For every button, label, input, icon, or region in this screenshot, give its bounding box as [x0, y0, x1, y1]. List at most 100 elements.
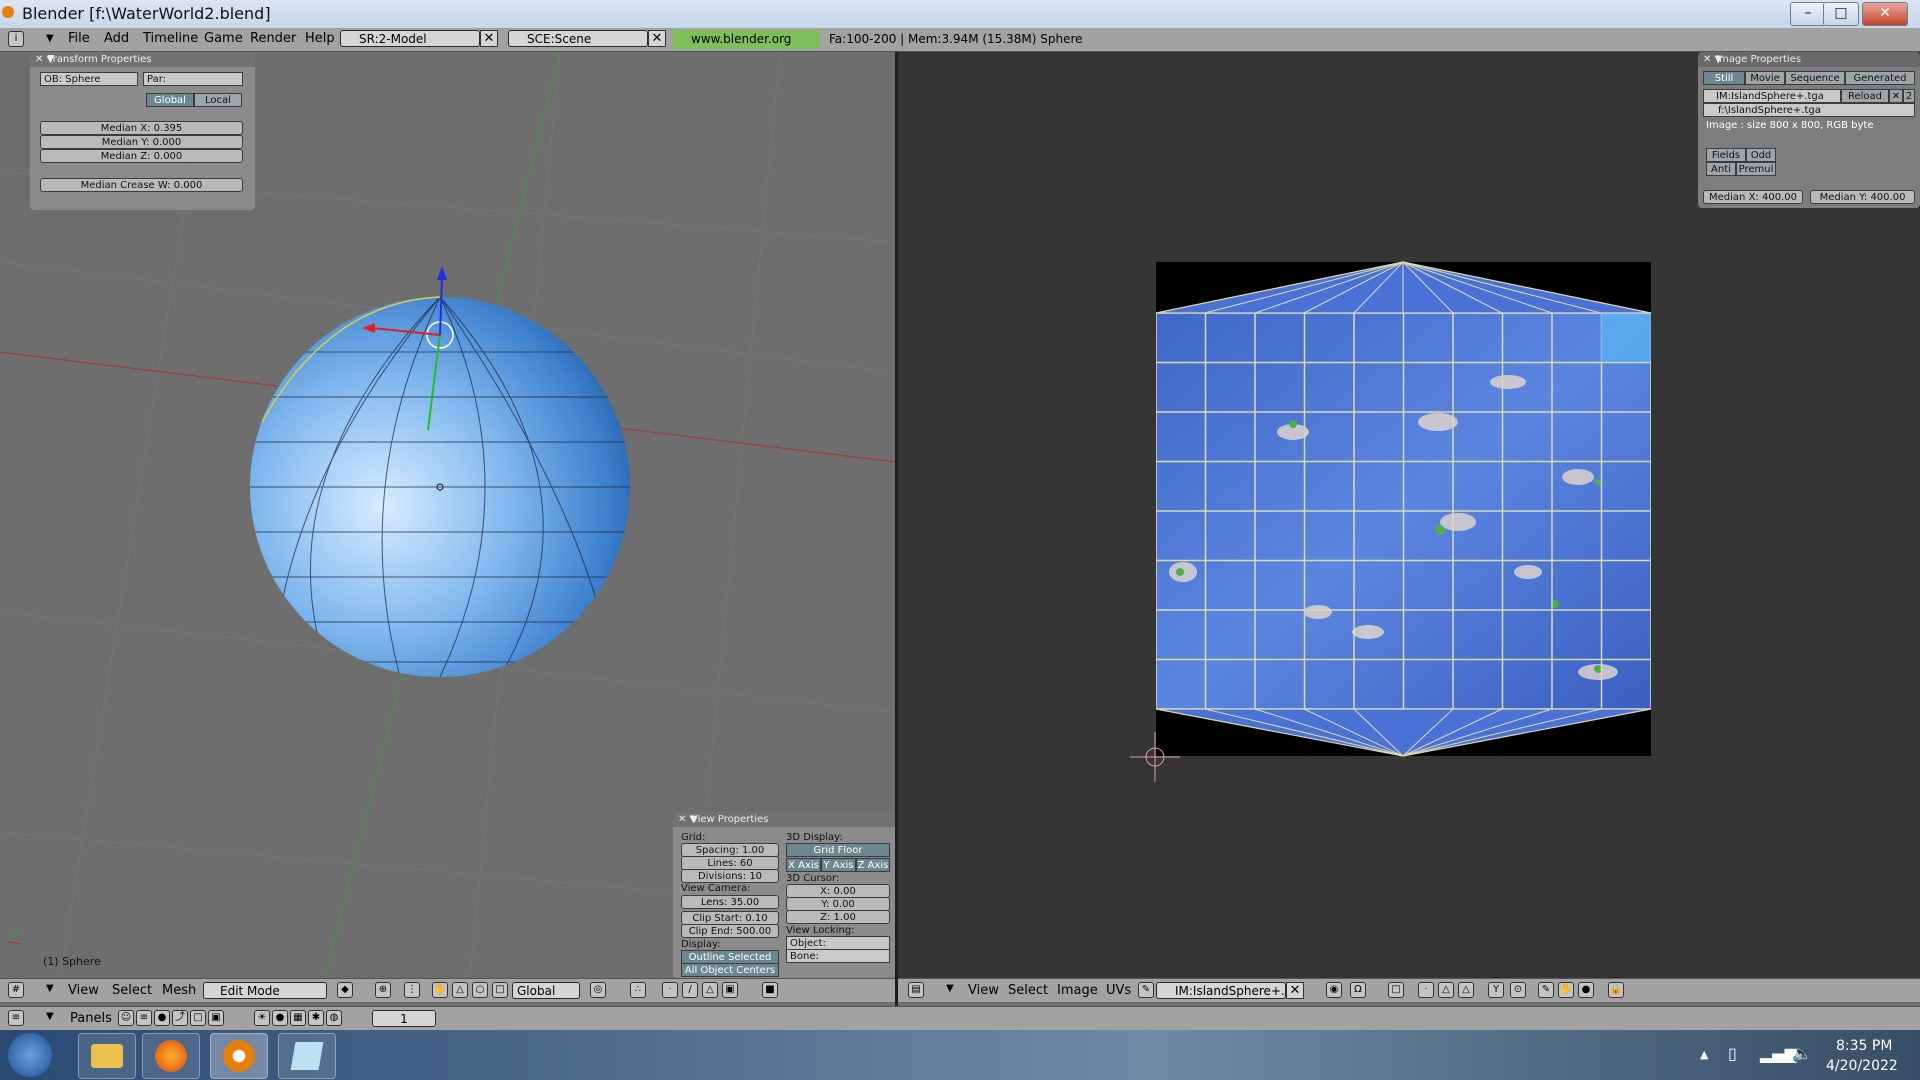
view-icon[interactable]: □	[1388, 982, 1404, 998]
menu-file[interactable]: File	[68, 31, 90, 46]
screen-selector[interactable]: SR:2-Model	[340, 30, 480, 47]
pivot-icon[interactable]: ⊕	[375, 982, 391, 998]
collapse-arrow-icon[interactable]: ▼	[946, 983, 954, 994]
image-props-header[interactable]: ✕ ▼ Image Properties	[1698, 52, 1920, 67]
layer-icon[interactable]: ⋮	[404, 982, 420, 998]
menu-mesh[interactable]: Mesh	[162, 983, 196, 998]
median-x-field[interactable]: Median X: 0.395	[40, 121, 243, 135]
logic-context-icon[interactable]: ☺	[118, 1010, 134, 1026]
menu-add[interactable]: Add	[104, 31, 129, 46]
lock-bone-field[interactable]: Bone:	[786, 949, 890, 963]
uv-image-editor[interactable]: ✕ ▼ Image Properties Still Movie Sequenc…	[898, 52, 1920, 978]
menu-help[interactable]: Help	[305, 31, 335, 46]
all-object-centers-toggle[interactable]: All Object Centers	[681, 963, 779, 977]
scene-context-icon[interactable]: ▣	[208, 1010, 224, 1026]
snap-icon[interactable]: Y	[1488, 982, 1504, 998]
scene-selector[interactable]: SCE:Scene	[508, 30, 648, 47]
unlink-image-button[interactable]: ✕	[1286, 982, 1304, 999]
image-editor-type-icon[interactable]: ▤	[908, 982, 924, 998]
lock-object-field[interactable]: Object:	[786, 936, 890, 950]
premul-toggle[interactable]: Premul	[1736, 162, 1776, 176]
texture-icon[interactable]: ▦	[290, 1010, 306, 1026]
proportional-edit-icon[interactable]: ◎	[590, 982, 606, 998]
brush-icon[interactable]: ✎	[1538, 982, 1554, 998]
median-crease-field[interactable]: Median Crease W: 0.000	[40, 178, 243, 192]
lens-field[interactable]: Lens: 35.00	[681, 895, 779, 909]
maximize-button[interactable]: □	[1823, 2, 1859, 26]
median-z-field[interactable]: Median Z: 0.000	[40, 149, 243, 163]
unlink-image-icon[interactable]: ✕	[1889, 89, 1903, 103]
edge-mode-icon[interactable]: △	[1438, 982, 1454, 998]
lamp-icon[interactable]: ☀	[254, 1010, 270, 1026]
scale-icon[interactable]: □	[492, 982, 508, 998]
image-browse-selector[interactable]: IM:IslandSphere+.tga	[1156, 982, 1304, 999]
script-context-icon[interactable]: ≡	[136, 1010, 152, 1026]
occlude-icon[interactable]: ▣	[722, 982, 738, 998]
grab-icon[interactable]: ✋	[1558, 982, 1574, 998]
face-mode-icon[interactable]: △	[1458, 982, 1474, 998]
close-panel-icon[interactable]: ✕ ▼	[35, 52, 54, 67]
vertex-mode-icon[interactable]: ·	[1418, 982, 1434, 998]
paint-icon[interactable]: ✎	[1138, 982, 1154, 998]
hand-transform-icon[interactable]: ✋	[432, 982, 448, 998]
translate-icon[interactable]: △	[452, 982, 468, 998]
menu-image[interactable]: Image	[1057, 983, 1098, 998]
select-mode-icon[interactable]: ∴	[630, 982, 646, 998]
record-icon[interactable]: ●	[1578, 982, 1594, 998]
local-toggle[interactable]: Local	[194, 93, 242, 107]
grid-lines-field[interactable]: Lines: 60	[681, 856, 779, 870]
orientation-selector[interactable]: Global	[512, 982, 580, 999]
draw-type-icon[interactable]: ◆	[337, 982, 353, 998]
menu-view[interactable]: View	[68, 983, 99, 998]
clip-start-field[interactable]: Clip Start: 0.10	[681, 911, 779, 925]
parent-field[interactable]: Par:	[143, 72, 243, 86]
file-explorer-icon[interactable]	[78, 1033, 136, 1079]
cursor-z-field[interactable]: Z: 1.00	[786, 910, 890, 924]
shading-context-icon[interactable]: ●	[154, 1010, 170, 1026]
object-context-icon[interactable]: ⤴	[172, 1010, 188, 1026]
collapse-arrow-icon[interactable]: ▼	[46, 1011, 54, 1022]
outline-selected-toggle[interactable]: Outline Selected	[681, 950, 779, 964]
rotate-icon[interactable]: ○	[472, 982, 488, 998]
info-editor-type-icon[interactable]: i	[8, 31, 24, 47]
render-icon[interactable]: ■	[762, 982, 778, 998]
collapse-arrow-icon[interactable]: ▼	[46, 983, 54, 994]
close-window-button[interactable]: ✕	[1862, 2, 1908, 26]
image-filepath-field[interactable]: f:\IslandSphere+.tga	[1703, 103, 1915, 117]
menu-timeline[interactable]: Timeline	[143, 31, 198, 46]
show-hidden-icons-icon[interactable]: ▲	[1700, 1048, 1708, 1061]
grid-divisions-field[interactable]: Divisions: 10	[681, 869, 779, 883]
reload-button[interactable]: Reload	[1841, 89, 1889, 103]
global-toggle[interactable]: Global	[146, 93, 194, 107]
cursor-y-field[interactable]: Y: 0.00	[786, 897, 890, 911]
odd-toggle[interactable]: Odd	[1746, 148, 1776, 162]
close-panel-icon[interactable]: ✕ ▼	[1703, 52, 1722, 67]
editing-context-icon[interactable]: □	[190, 1010, 206, 1026]
3d-editor-type-icon[interactable]: #	[8, 982, 24, 998]
mode-selector[interactable]: Edit Mode	[203, 982, 327, 999]
menu-select[interactable]: Select	[1008, 983, 1048, 998]
buttons-editor-type-icon[interactable]: ≡	[8, 1010, 24, 1026]
x-axis-toggle[interactable]: X Axis	[786, 858, 821, 872]
pin-icon[interactable]: ◉	[1326, 982, 1342, 998]
world-icon[interactable]: ◍	[326, 1010, 342, 1026]
material-icon[interactable]: ●	[272, 1010, 288, 1026]
tab-sequence[interactable]: Sequence	[1785, 71, 1845, 85]
transform-panel-header[interactable]: ✕ ▼ Transform Properties	[30, 52, 255, 67]
delete-screen-button[interactable]: ✕	[480, 30, 498, 47]
clip-end-field[interactable]: Clip End: 500.00	[681, 924, 779, 938]
delete-scene-button[interactable]: ✕	[648, 30, 666, 47]
start-button-icon[interactable]	[8, 1033, 52, 1077]
y-axis-toggle[interactable]: Y Axis	[821, 858, 856, 872]
vertex-select-icon[interactable]: ·	[662, 982, 678, 998]
anti-toggle[interactable]: Anti	[1706, 162, 1736, 176]
close-panel-icon[interactable]: ✕ ▼	[678, 812, 697, 827]
uv-median-x-field[interactable]: Median X: 400.00	[1703, 190, 1803, 204]
3d-viewport[interactable]: (1) Sphere ✕ ▼ Transform Properties OB: …	[0, 52, 895, 978]
menu-view[interactable]: View	[968, 983, 999, 998]
menu-game[interactable]: Game	[204, 31, 243, 46]
minimize-button[interactable]: –	[1790, 2, 1826, 26]
radiosity-icon[interactable]: ✱	[308, 1010, 324, 1026]
draw-icon[interactable]: ⊙	[1510, 982, 1526, 998]
device-icon[interactable]: ▯	[1728, 1044, 1737, 1063]
